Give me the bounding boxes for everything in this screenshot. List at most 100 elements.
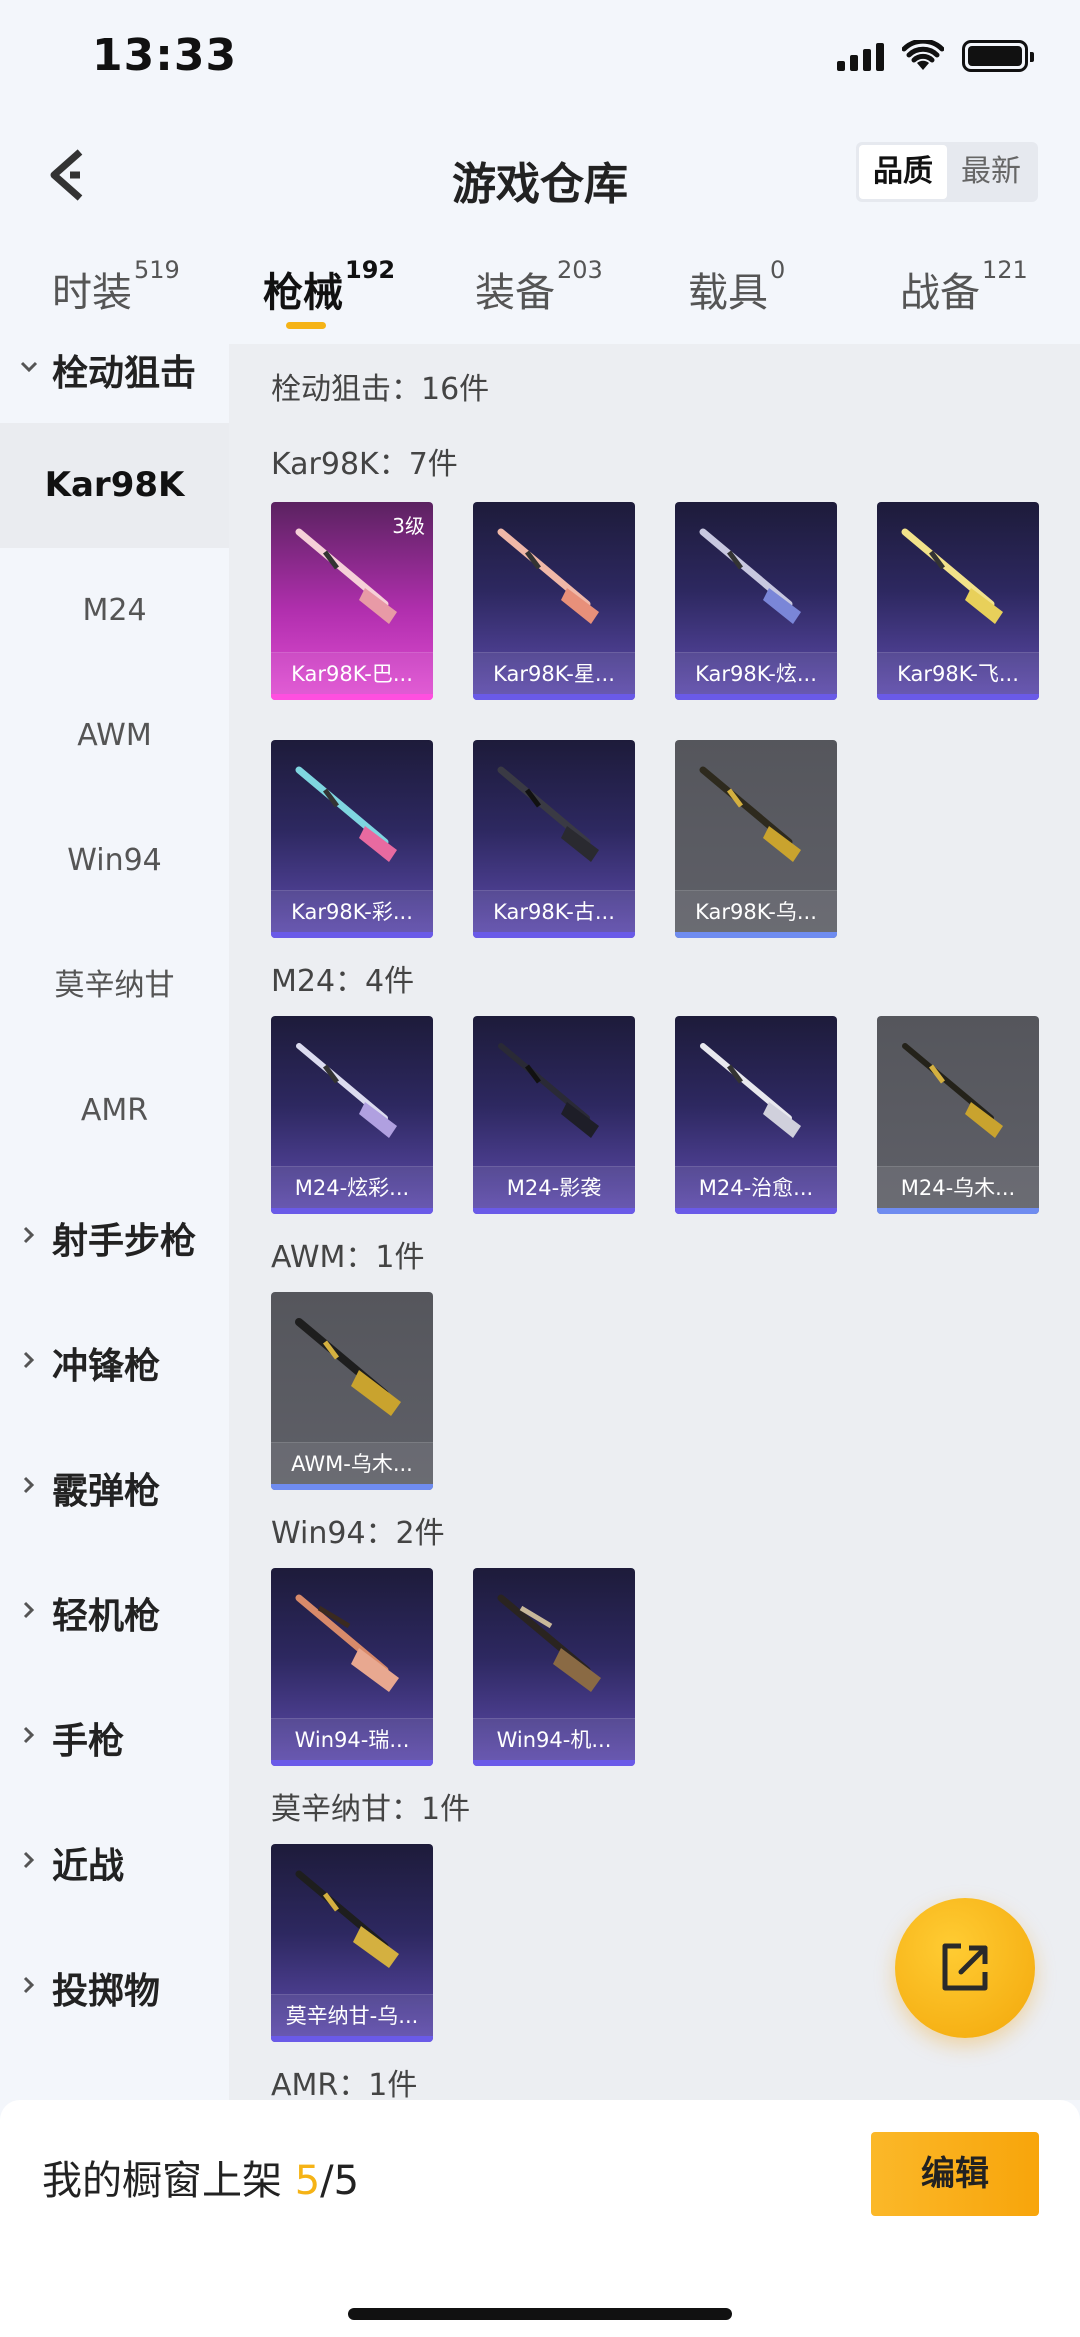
item-card[interactable]: M24-影袭 [473, 1016, 635, 1214]
rarity-bar [675, 694, 837, 700]
sidebar-item-mosin[interactable]: 莫辛纳甘 [0, 923, 229, 1048]
section-label-amr: AMR：1件 [271, 2068, 418, 2100]
item-name: M24-影袭 [473, 1166, 635, 1208]
showcase-current-count: 5 [294, 2158, 321, 2204]
item-name: Kar98K-古... [473, 890, 635, 932]
tab-label: 时装 [52, 270, 132, 316]
item-name: Kar98K-巴... [271, 652, 433, 694]
item-card[interactable]: Kar98K-飞... [877, 502, 1039, 700]
tab-label: 载具 [688, 270, 768, 316]
item-name: Kar98K-彩... [271, 890, 433, 932]
item-card[interactable]: 莫辛纳甘-乌... [271, 1844, 433, 2042]
share-button[interactable] [895, 1898, 1035, 2038]
rarity-bar [473, 1208, 635, 1214]
sidebar-item-awm[interactable]: AWM [0, 673, 229, 798]
item-name: 莫辛纳甘-乌... [271, 1994, 433, 2036]
rarity-bar [271, 694, 433, 700]
rarity-bar [877, 694, 1039, 700]
share-icon [942, 1943, 988, 1991]
home-indicator[interactable] [348, 2308, 732, 2320]
rifle-icon [901, 528, 1003, 624]
item-card[interactable]: 3级 Kar98K-巴... [271, 502, 433, 700]
tab-count: 121 [982, 256, 1028, 284]
item-name: Kar98K-炫... [675, 652, 837, 694]
sidebar-group-dmr[interactable]: 射手步枪 [0, 1208, 229, 1268]
showcase-separator: / [320, 2158, 334, 2204]
rarity-bar [675, 1208, 837, 1214]
item-card[interactable]: Kar98K-乌... [675, 740, 837, 938]
item-card[interactable]: M24-治愈... [675, 1016, 837, 1214]
sidebar-group-label: 手枪 [52, 1721, 125, 1762]
rifle-icon [699, 528, 801, 624]
sidebar-item-m24[interactable]: M24 [0, 548, 229, 673]
item-name: AWM-乌木... [271, 1442, 433, 1484]
item-card[interactable]: M24-乌木... [877, 1016, 1039, 1214]
chevron-right-icon [23, 1976, 35, 1994]
chevron-down-icon [20, 361, 38, 373]
sidebar-group-label: 霰弹枪 [52, 1471, 161, 1512]
rifle-icon [498, 1043, 599, 1138]
chevron-right-icon [23, 1351, 35, 1369]
tab-guns[interactable]: 枪械192 [263, 256, 395, 318]
tab-count: 203 [557, 256, 603, 284]
item-card[interactable]: Kar98K-彩... [271, 740, 433, 938]
sidebar-group-melee[interactable]: 近战 [0, 1833, 229, 1893]
item-card[interactable]: Kar98K-古... [473, 740, 635, 938]
sort-toggle: 品质 最新 [856, 142, 1038, 202]
item-grid[interactable]: 栓动狙击：16件 Kar98K：7件 3级 Kar98K-巴... Kar98K… [229, 344, 1080, 2100]
tab-fashion[interactable]: 时装519 [52, 256, 180, 318]
section-label-m24: M24：4件 [271, 964, 415, 999]
rifle-icon [700, 1043, 801, 1138]
status-time: 13:33 [92, 30, 238, 81]
item-card[interactable]: Kar98K-星... [473, 502, 635, 700]
chevron-right-icon [23, 1726, 35, 1744]
sidebar-group-bolt-action[interactable]: 栓动狙击 [0, 340, 229, 400]
sidebar-group-label: 射手步枪 [52, 1221, 197, 1262]
status-icons [837, 40, 1034, 72]
section-label-mosin: 莫辛纳甘：1件 [271, 1792, 471, 1827]
rarity-bar [473, 1760, 635, 1766]
category-tabs: 时装519 枪械192 装备203 载具0 战备121 [0, 250, 1080, 340]
rifle-icon [295, 1594, 399, 1692]
cellular-signal-icon [837, 41, 884, 71]
sidebar-group-label: 冲锋枪 [52, 1346, 161, 1387]
showcase-status: 我的橱窗上架 5/5 [42, 2148, 359, 2206]
item-name: Kar98K-乌... [675, 890, 837, 932]
section-label-kar98k: Kar98K：7件 [271, 447, 458, 482]
tab-label: 枪械 [263, 270, 343, 316]
rifle-icon [296, 1043, 397, 1138]
item-card[interactable]: M24-炫彩... [271, 1016, 433, 1214]
chevron-right-icon [23, 1226, 35, 1244]
sidebar-item-kar98k[interactable]: Kar98K [0, 423, 229, 548]
sidebar-group-label: 轻机枪 [52, 1596, 161, 1637]
tab-gear[interactable]: 战备121 [900, 256, 1028, 318]
tab-equipment[interactable]: 装备203 [475, 256, 603, 318]
tab-count: 519 [134, 256, 180, 284]
tab-label: 战备 [900, 270, 980, 316]
tab-vehicles[interactable]: 载具0 [688, 256, 785, 318]
item-name: Kar98K-星... [473, 652, 635, 694]
sidebar: 栓动狙击 Kar98K M24 AWM Win94 莫辛纳甘 AMR 射手步枪 … [0, 340, 229, 2100]
sidebar-group-shotgun[interactable]: 霰弹枪 [0, 1458, 229, 1518]
rarity-bar [473, 932, 635, 938]
item-name: M24-治愈... [675, 1166, 837, 1208]
item-card[interactable]: Win94-瑞... [271, 1568, 433, 1766]
sidebar-group-label: 栓动狙击 [52, 353, 197, 394]
chevron-right-icon [23, 1476, 35, 1494]
sort-option-quality[interactable]: 品质 [859, 145, 947, 199]
item-card[interactable]: Kar98K-炫... [675, 502, 837, 700]
sidebar-group-lmg[interactable]: 轻机枪 [0, 1583, 229, 1643]
sidebar-item-amr[interactable]: AMR [0, 1048, 229, 1173]
wifi-icon [902, 40, 944, 70]
sidebar-group-throwable[interactable]: 投掷物 [0, 1958, 229, 2018]
sort-option-newest[interactable]: 最新 [947, 145, 1035, 199]
bottom-bar: 我的橱窗上架 5/5 编辑 [0, 2100, 1080, 2337]
item-card[interactable]: Win94-机... [473, 1568, 635, 1766]
sidebar-item-win94[interactable]: Win94 [0, 798, 229, 923]
item-card[interactable]: AWM-乌木... [271, 1292, 433, 1490]
edit-button[interactable]: 编辑 [871, 2132, 1039, 2216]
sidebar-group-smg[interactable]: 冲锋枪 [0, 1333, 229, 1393]
status-bar: 13:33 [0, 0, 1080, 120]
sidebar-group-pistol[interactable]: 手枪 [0, 1708, 229, 1768]
rifle-icon [902, 1043, 1003, 1138]
